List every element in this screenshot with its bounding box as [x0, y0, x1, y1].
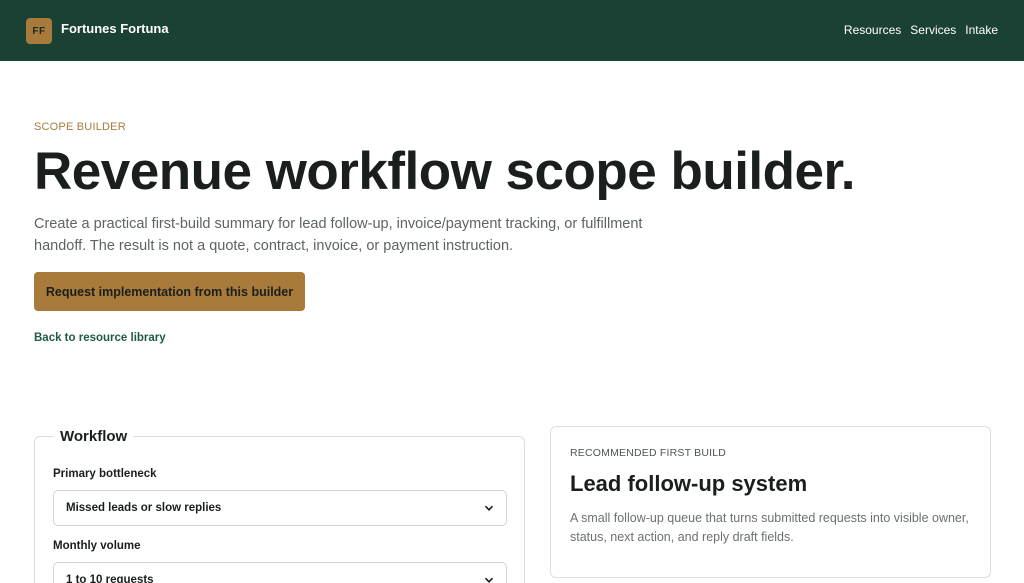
page-description: Create a practical first-build summary f…: [34, 216, 643, 254]
brand-name[interactable]: Fortunes Fortuna: [61, 21, 169, 36]
nav-link-intake[interactable]: Intake: [965, 23, 998, 37]
chevron-down-icon: [484, 505, 494, 511]
main-nav: Resources Services Intake: [844, 23, 998, 37]
monthly-volume-select[interactable]: 1 to 10 requests: [53, 562, 507, 583]
nav-link-services[interactable]: Services: [910, 23, 956, 37]
back-to-resource-library-link[interactable]: Back to resource library: [34, 332, 166, 344]
monthly-volume-label: Monthly volume: [53, 540, 141, 552]
recommended-build-description: A small follow-up queue that turns submi…: [570, 511, 969, 544]
workflow-legend: Workflow: [54, 428, 134, 445]
primary-bottleneck-label: Primary bottleneck: [53, 468, 157, 480]
request-implementation-button[interactable]: Request implementation from this builder: [34, 272, 305, 311]
brand-logo[interactable]: FF: [26, 18, 52, 44]
recommended-build-title: Lead follow-up system: [570, 471, 808, 496]
chevron-down-icon: [484, 577, 494, 583]
page-title: Revenue workflow scope builder.: [34, 142, 855, 201]
top-navigation-bar: FF Fortunes Fortuna Resources Services I…: [0, 0, 1024, 61]
recommended-build-eyebrow: RECOMMENDED FIRST BUILD: [570, 447, 727, 459]
recommended-build-card: RECOMMENDED FIRST BUILD Lead follow-up s…: [550, 426, 991, 578]
nav-link-resources[interactable]: Resources: [844, 23, 901, 37]
page-eyebrow: SCOPE BUILDER: [34, 121, 126, 133]
monthly-volume-value: 1 to 10 requests: [66, 574, 154, 583]
primary-bottleneck-value: Missed leads or slow replies: [66, 502, 222, 514]
workflow-fieldset: Workflow Primary bottleneck Missed leads…: [34, 428, 525, 583]
primary-bottleneck-select[interactable]: Missed leads or slow replies: [53, 490, 507, 526]
